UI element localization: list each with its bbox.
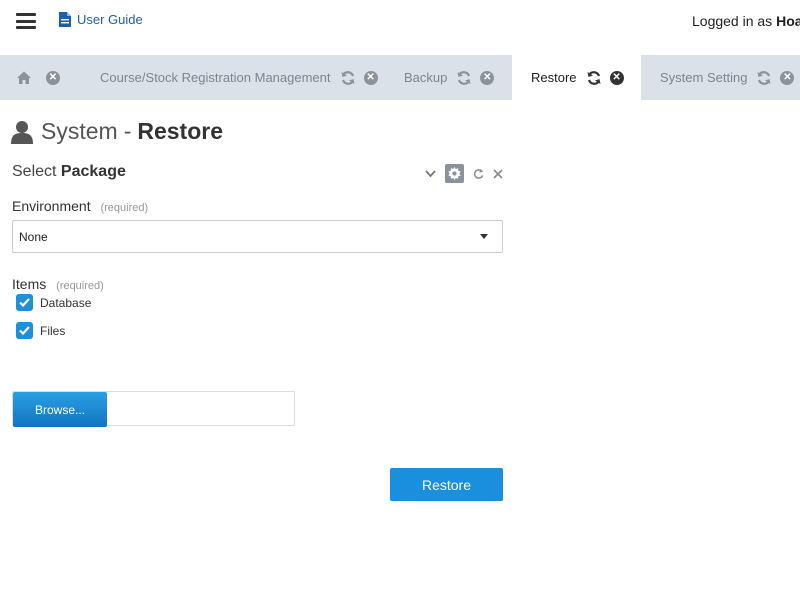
environment-value: None xyxy=(19,229,48,244)
tab-restore[interactable]: Restore ✕ xyxy=(512,55,641,100)
user-icon xyxy=(11,120,33,144)
page-title-main: Restore xyxy=(137,118,224,144)
check-icon xyxy=(19,298,30,307)
widget-toolbar xyxy=(425,164,503,183)
tab-label: System Setting xyxy=(660,70,748,85)
widget-title: Select Package xyxy=(12,163,126,181)
widget-title-main: Package xyxy=(60,163,126,180)
browse-button[interactable]: Browse... xyxy=(13,392,107,427)
check-icon xyxy=(19,326,30,335)
chevron-down-icon[interactable] xyxy=(425,169,436,178)
checkbox-row-files: Files xyxy=(16,322,65,339)
restore-button[interactable]: Restore xyxy=(390,468,503,501)
tab-home[interactable]: ✕ xyxy=(0,55,78,100)
tab-system-setting[interactable]: System Setting ✕ xyxy=(641,55,800,100)
refresh-icon[interactable] xyxy=(456,70,472,86)
environment-label: Environment (required) xyxy=(12,198,148,214)
tab-backup[interactable]: Backup ✕ xyxy=(382,55,512,100)
file-upload-field: Browse... xyxy=(12,391,295,427)
required-hint: (required) xyxy=(56,280,104,292)
home-icon xyxy=(17,71,31,84)
environment-select[interactable]: None xyxy=(12,220,503,253)
tab-label: Backup xyxy=(404,70,448,85)
widget-title-prefix: Select xyxy=(12,163,57,180)
refresh-icon[interactable] xyxy=(340,70,356,86)
page-title-separator: - xyxy=(123,118,132,144)
refresh-icon[interactable] xyxy=(756,70,772,86)
environment-label-text: Environment xyxy=(12,198,91,214)
close-icon[interactable] xyxy=(493,168,503,179)
checkbox-row-database: Database xyxy=(16,294,91,311)
page-title-prefix: System xyxy=(41,118,118,144)
reload-icon[interactable] xyxy=(473,168,484,179)
dropdown-caret-icon xyxy=(480,234,488,239)
menu-icon[interactable] xyxy=(16,13,36,29)
tab-label: Restore xyxy=(531,70,577,85)
database-label: Database xyxy=(40,295,92,310)
tab-strip: ✕ Course/Stock Registration Management ✕… xyxy=(0,55,800,100)
items-label: Items (required) xyxy=(12,276,104,292)
close-icon[interactable]: ✕ xyxy=(480,70,495,85)
document-icon xyxy=(59,12,71,27)
items-label-text: Items xyxy=(12,276,47,292)
page-title: System - Restore xyxy=(11,118,223,145)
close-icon[interactable]: ✕ xyxy=(46,70,60,85)
tab-label: Course/Stock Registration Management xyxy=(100,70,331,85)
refresh-icon[interactable] xyxy=(586,70,602,86)
gear-icon xyxy=(448,167,461,180)
tab-course-stock[interactable]: Course/Stock Registration Management ✕ xyxy=(78,55,382,100)
required-hint: (required) xyxy=(100,202,149,214)
close-icon[interactable]: ✕ xyxy=(609,70,624,85)
close-icon[interactable]: ✕ xyxy=(780,70,795,85)
database-checkbox[interactable] xyxy=(16,294,33,311)
settings-button[interactable] xyxy=(445,164,464,183)
close-icon[interactable]: ✕ xyxy=(363,70,378,85)
files-checkbox[interactable] xyxy=(16,322,33,339)
user-name[interactable]: Hoa xyxy=(776,13,800,29)
logged-in-prefix: Logged in as xyxy=(692,13,773,29)
files-label: Files xyxy=(40,323,66,338)
user-guide-label: User Guide xyxy=(77,12,143,27)
user-guide-link[interactable]: User Guide xyxy=(59,12,143,27)
top-bar: User Guide Logged in as Hoa xyxy=(0,0,800,50)
login-status: Logged in as Hoa xyxy=(692,13,800,29)
